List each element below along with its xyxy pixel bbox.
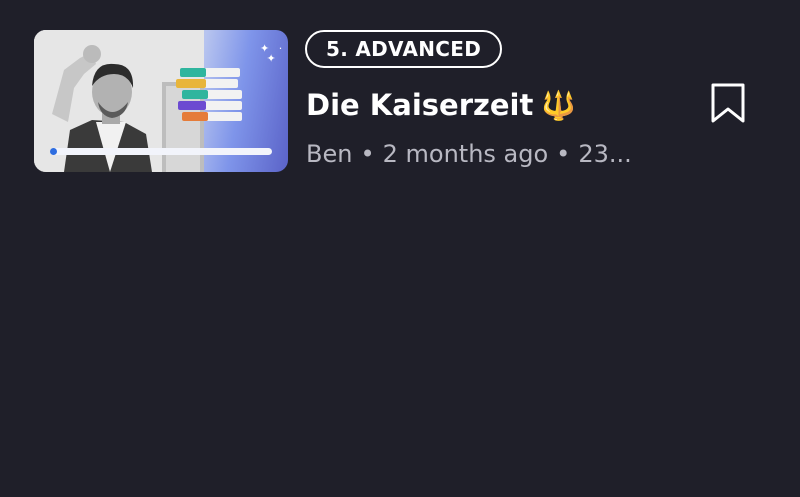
episode-title[interactable]: Die Kaiserzeit 🔱	[306, 88, 576, 122]
meta-separator: •	[360, 140, 375, 168]
books-stack-icon	[176, 68, 242, 121]
bookmark-icon	[711, 83, 745, 123]
level-badge: 5. ADVANCED	[305, 30, 503, 68]
watch-progress-bar	[50, 148, 272, 155]
trident-icon: 🔱	[541, 88, 577, 122]
author-name: Ben	[306, 140, 353, 168]
episode-card[interactable]: ✦ · ✦ 5. ADVANCED Die Kaiserzeit 🔱 Ben • 2…	[34, 30, 764, 174]
bookmark-button[interactable]	[710, 82, 746, 124]
published-date: 2 months ago	[382, 140, 549, 168]
watch-progress-fill	[50, 148, 57, 155]
episode-thumbnail[interactable]: ✦ · ✦	[34, 30, 288, 172]
sparkle-icon: ✦ · ✦	[260, 42, 286, 65]
episode-meta: Ben • 2 months ago • 23...	[306, 140, 666, 168]
screen: ✦ · ✦ 5. ADVANCED Die Kaiserzeit 🔱 Ben • 2…	[0, 0, 800, 497]
meta-separator: •	[556, 140, 571, 168]
episode-duration: 23...	[578, 140, 632, 168]
episode-title-text: Die Kaiserzeit	[306, 88, 534, 122]
